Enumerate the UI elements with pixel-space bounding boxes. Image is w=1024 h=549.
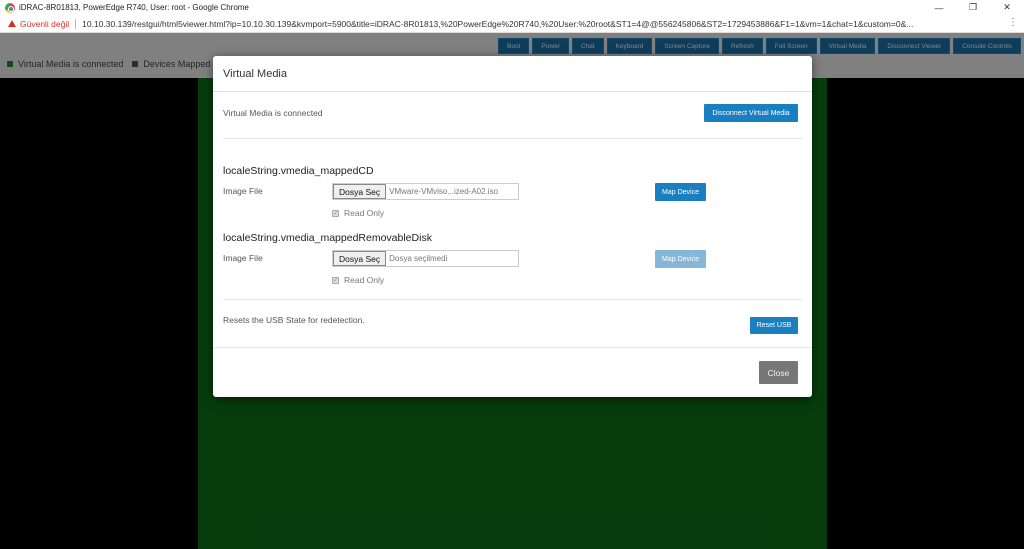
chrome-logo-icon xyxy=(5,2,15,13)
virtual-media-dialog: Virtual Media Virtual Media is connected… xyxy=(213,56,812,397)
disk-read-only: ✓ Read Only xyxy=(332,275,384,285)
mapped-removable-disk-title: localeString.vmedia_mappedRemovableDisk xyxy=(223,232,432,244)
disconnect-virtual-media-button[interactable]: Disconnect Virtual Media xyxy=(704,104,798,122)
disk-file-box[interactable]: Dosya Seç Dosya seçilmedi xyxy=(332,250,519,267)
cd-read-only-checkbox: ✓ xyxy=(332,209,339,217)
maximize-icon[interactable]: ❐ xyxy=(956,0,990,15)
close-button[interactable]: Close xyxy=(759,361,798,384)
window-controls: — ❐ ✕ xyxy=(922,0,1024,15)
disk-read-only-label: Read Only xyxy=(344,275,385,285)
footer-divider xyxy=(213,347,812,348)
menu-dots-icon[interactable]: ⋮ xyxy=(1008,18,1018,28)
mapped-cd-title: localeString.vmedia_mappedCD xyxy=(223,165,374,177)
divider xyxy=(223,138,802,139)
url-text[interactable]: 10.10.30.139/restgui/html5viewer.html?ip… xyxy=(82,19,982,29)
minimize-icon[interactable]: — xyxy=(922,0,956,15)
cd-file-name: VMware-VMviso...ized-A02.iso xyxy=(389,187,499,196)
divider xyxy=(223,299,802,300)
window-title: iDRAC-8R01813, PowerEdge R740, User: roo… xyxy=(19,3,249,12)
reset-usb-description: Resets the USB State for redetection. xyxy=(223,315,365,325)
disk-file-name: Dosya seçilmedi xyxy=(389,254,448,263)
address-separator xyxy=(75,18,77,29)
disk-read-only-checkbox: ✓ xyxy=(332,276,339,284)
security-label[interactable]: Güvenli değil xyxy=(20,19,69,29)
dialog-header: Virtual Media xyxy=(213,56,812,92)
reset-usb-button[interactable]: Reset USB xyxy=(750,317,798,334)
dialog-title: Virtual Media xyxy=(223,67,287,80)
window-titlebar: iDRAC-8R01813, PowerEdge R740, User: roo… xyxy=(0,0,1024,15)
cd-choose-file-button[interactable]: Dosya Seç xyxy=(333,184,387,199)
disk-choose-file-button[interactable]: Dosya Seç xyxy=(333,251,387,266)
close-icon[interactable]: ✕ xyxy=(990,0,1024,15)
address-bar[interactable]: Güvenli değil 10.10.30.139/restgui/html5… xyxy=(0,15,1024,33)
cd-file-input[interactable]: Dosya Seç VMware-VMviso...ized-A02.iso xyxy=(332,183,519,200)
cd-map-device-button[interactable]: Map Device xyxy=(655,183,706,201)
cd-read-only-label: Read Only xyxy=(344,208,385,218)
cd-read-only: ✓ Read Only xyxy=(332,208,384,218)
cd-file-box[interactable]: Dosya Seç VMware-VMviso...ized-A02.iso xyxy=(332,183,519,200)
disk-file-input[interactable]: Dosya Seç Dosya seçilmedi xyxy=(332,250,519,267)
warning-icon xyxy=(8,20,16,27)
disk-map-device-button: Map Device xyxy=(655,250,706,268)
